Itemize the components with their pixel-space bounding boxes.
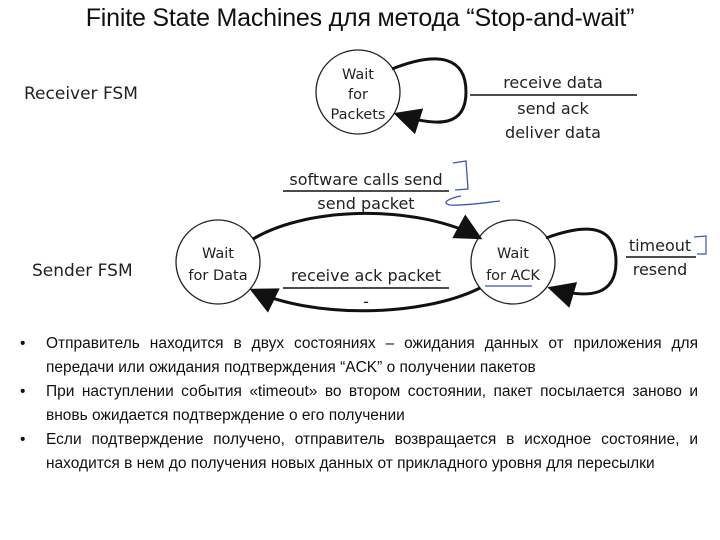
bullet-item: • При наступлении события «timeout» во в… xyxy=(20,380,698,428)
bullet-dot: • xyxy=(20,431,26,448)
send-transition-action: send packet xyxy=(317,194,414,213)
timeout-action: resend xyxy=(633,260,688,279)
bullet-text: Отправитель находится в двух состояниях … xyxy=(46,335,698,376)
ack-self-loop-arrow xyxy=(545,227,618,308)
bullet-text: При наступлении события «timeout» во вто… xyxy=(46,383,698,424)
state-wait-for-ack-line-2: for ACK xyxy=(486,268,540,284)
state-wait-for-ack-line-1: Wait xyxy=(497,246,529,262)
timeout-event: timeout xyxy=(629,236,691,255)
state-wait-for-packets: Wait for Packets xyxy=(315,49,401,135)
ack-transition-event: receive ack packet xyxy=(291,266,441,285)
state-wait-for-data-line-2: for Data xyxy=(188,268,247,284)
receiver-loop-action-2: deliver data xyxy=(505,123,601,142)
state-wait-for-data: Wait for Data xyxy=(175,219,261,305)
receiver-loop-event: receive data xyxy=(503,73,603,92)
bullet-list: • Отправитель находится в двух состояния… xyxy=(20,332,698,476)
state-wait-for-ack: Wait for ACK xyxy=(470,219,556,305)
bullet-dot: • xyxy=(20,383,26,400)
annotation-bracket-timeout xyxy=(693,235,707,255)
ack-transition-action: - xyxy=(363,292,369,311)
fsm-diagram: Wait for Packets receive data send ack d… xyxy=(175,49,707,313)
bullet-item: • Отправитель находится в двух состояния… xyxy=(20,332,698,380)
annotation-bracket-send xyxy=(452,160,469,191)
bullet-item: • Если подтверждение получено, отправите… xyxy=(20,428,698,476)
bullet-dot: • xyxy=(20,335,26,352)
annotation-scribble-send xyxy=(445,195,501,206)
state-wait-for-packets-line-3: Packets xyxy=(331,107,386,123)
state-wait-for-packets-line-1: Wait xyxy=(342,67,374,83)
receiver-loop-action-1: send ack xyxy=(517,99,589,118)
arrow-data-to-ack xyxy=(252,211,483,241)
send-transition-event: software calls send xyxy=(289,170,442,189)
state-wait-for-data-line-1: Wait xyxy=(202,246,234,262)
receiver-self-loop-arrow xyxy=(391,57,468,135)
state-wait-for-packets-line-2: for xyxy=(348,87,368,103)
bullet-text: Если подтверждение получено, отправитель… xyxy=(46,431,698,472)
